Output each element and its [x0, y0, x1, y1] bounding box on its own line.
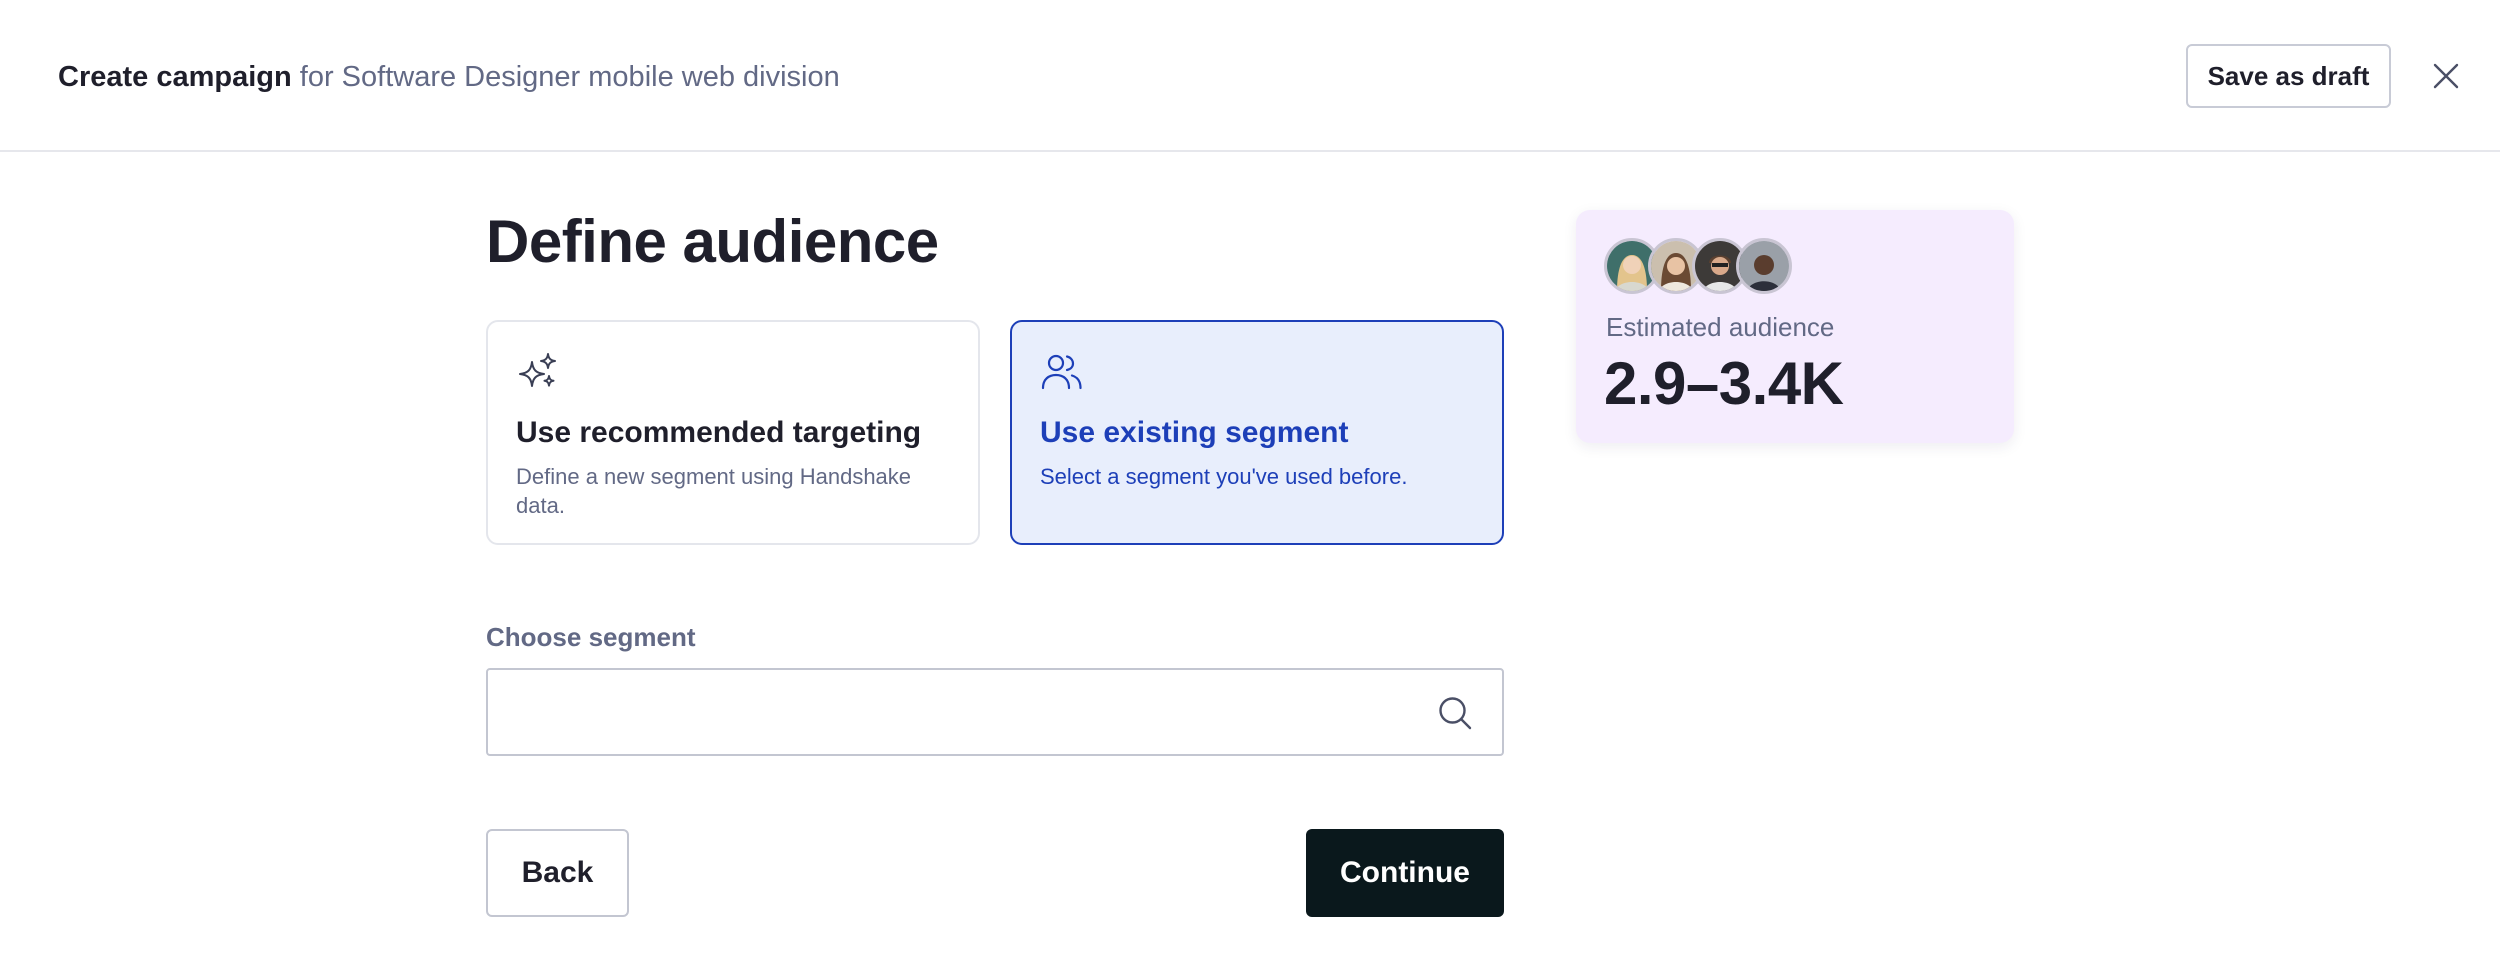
estimated-audience-card: Estimated audience 2.9–3.4K [1576, 210, 2014, 443]
estimated-audience-value: 2.9–3.4K [1604, 350, 1844, 417]
top-bar: Create campaign for Software Designer mo… [0, 0, 2500, 152]
option-recommended-targeting[interactable]: Use recommended targeting Define a new s… [486, 320, 980, 545]
segment-search-field[interactable] [486, 668, 1504, 756]
page-title: Define audience [486, 208, 939, 275]
close-button[interactable] [2426, 56, 2466, 96]
campaign-title: Create campaign for Software Designer mo… [58, 58, 840, 96]
sparkles-icon [516, 350, 560, 394]
avatar [1736, 238, 1792, 294]
choose-segment-label: Choose segment [486, 622, 696, 652]
option-title: Use recommended targeting [516, 416, 922, 449]
users-icon [1040, 350, 1084, 394]
back-button[interactable]: Back [486, 829, 629, 917]
search-icon[interactable] [1436, 694, 1474, 732]
campaign-title-context: for Software Designer mobile web divisio… [291, 61, 840, 93]
segment-search-input[interactable] [488, 670, 1428, 754]
option-existing-segment[interactable]: Use existing segment Select a segment yo… [1010, 320, 1504, 545]
option-title: Use existing segment [1040, 416, 1349, 449]
campaign-title-strong: Create campaign [58, 61, 292, 93]
estimated-audience-label: Estimated audience [1606, 312, 1835, 342]
option-description: Define a new segment using Handshake dat… [516, 464, 912, 518]
close-icon [2433, 63, 2459, 89]
continue-button[interactable]: Continue [1306, 829, 1504, 917]
option-description: Select a segment you've used before. [1040, 464, 1408, 489]
avatar-stack [1604, 238, 1804, 294]
save-as-draft-button[interactable]: Save as draft [2186, 44, 2391, 108]
